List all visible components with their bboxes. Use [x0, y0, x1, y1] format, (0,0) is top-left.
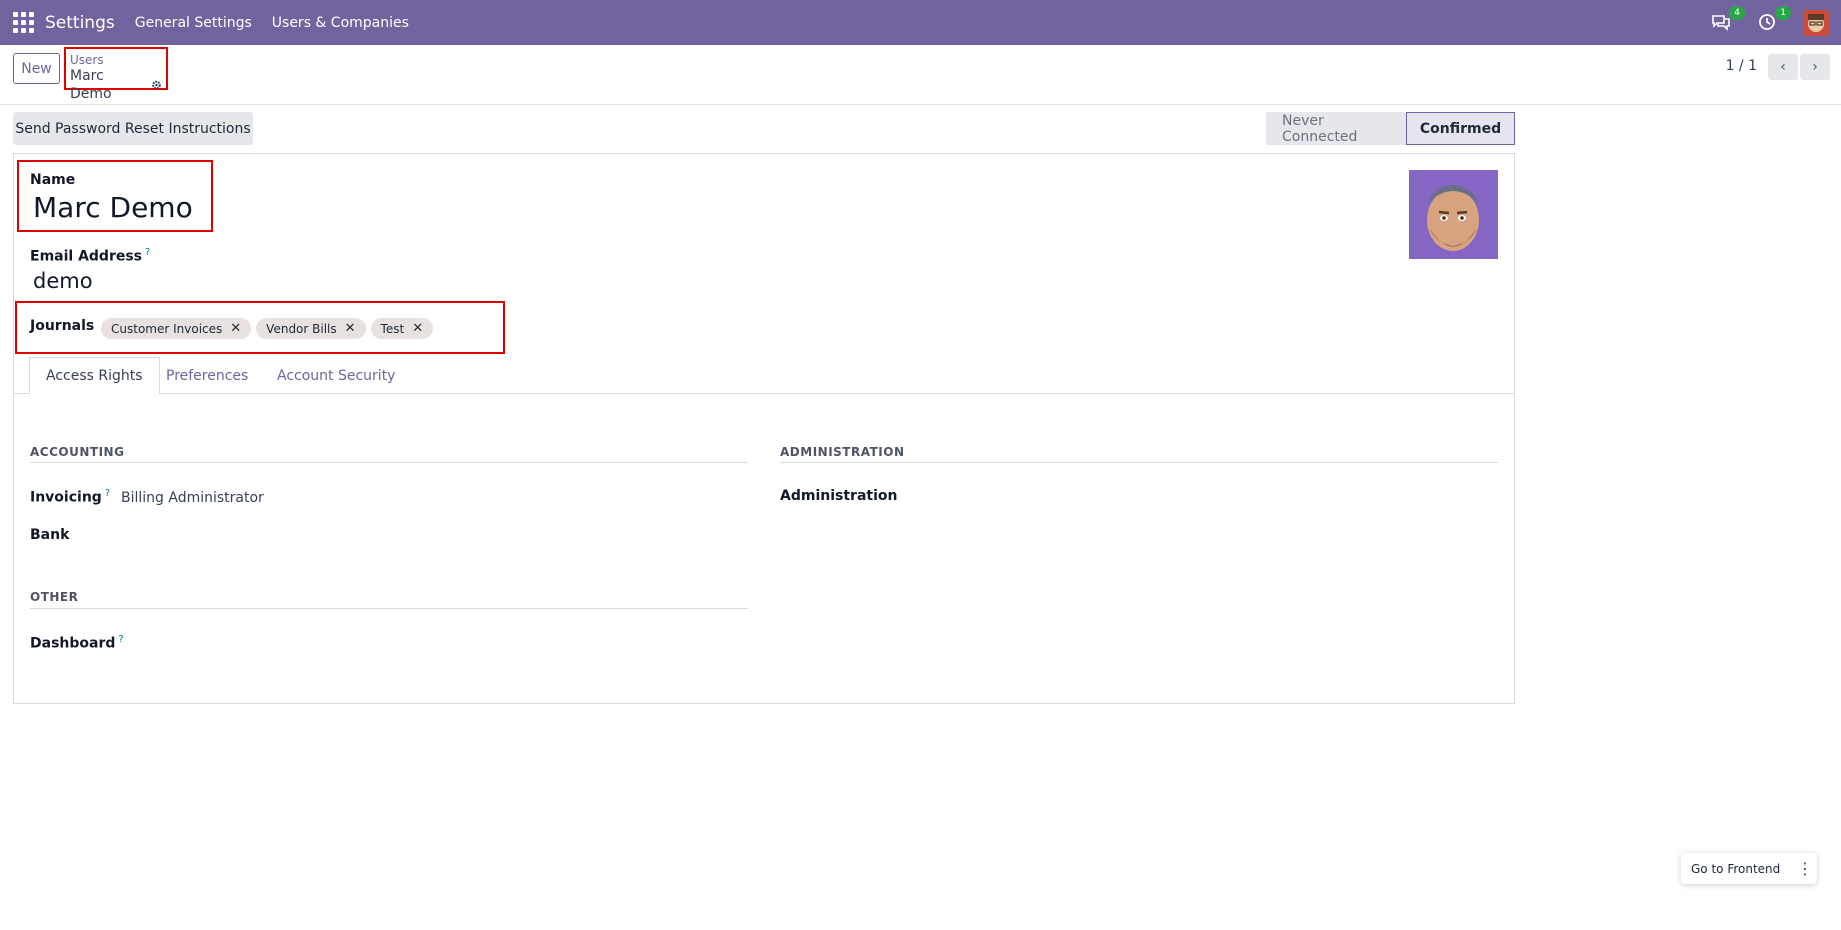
app-name[interactable]: Settings [45, 13, 115, 33]
tab-access-rights[interactable]: Access Rights [29, 357, 160, 395]
section-accounting-title: ACCOUNTING [30, 445, 125, 459]
activities-button[interactable]: 1 [1757, 5, 1791, 34]
dashboard-label-wrap: Dashboard? [30, 634, 124, 652]
bank-label: Bank [30, 527, 70, 543]
go-to-frontend-widget: Go to Frontend ⋮ [1681, 853, 1817, 884]
chevron-left-icon: ‹ [1780, 59, 1786, 75]
chevron-right-icon: › [1812, 59, 1818, 75]
top-navbar: Settings General Settings Users & Compan… [0, 0, 1841, 45]
pager-next-button[interactable]: › [1800, 54, 1830, 80]
journals-tags[interactable]: Customer Invoices ✕ Vendor Bills ✕ Test ✕ [101, 318, 434, 339]
apps-menu-icon[interactable] [13, 11, 35, 34]
user-avatar[interactable] [1803, 9, 1829, 36]
send-password-reset-button[interactable]: Send Password Reset Instructions [13, 112, 253, 145]
dashboard-help-icon[interactable]: ? [118, 634, 123, 645]
invoicing-label-wrap: Invoicing? [30, 488, 110, 506]
close-icon[interactable]: ✕ [230, 321, 241, 336]
journal-tag[interactable]: Customer Invoices ✕ [101, 318, 252, 339]
email-field[interactable]: demo [33, 269, 93, 293]
tab-account-security[interactable]: Account Security [261, 357, 411, 395]
invoicing-select[interactable]: Billing Administrator [121, 490, 264, 506]
breadcrumb: Users Marc Demo [64, 47, 168, 102]
section-divider [780, 462, 1498, 463]
breadcrumb-current-wrap: Marc Demo [70, 67, 162, 103]
clock-icon [1759, 13, 1775, 30]
status-never-connected[interactable]: Never Connected [1266, 112, 1406, 145]
journal-tag-label: Test [380, 321, 405, 336]
journal-tag-label: Vendor Bills [266, 321, 337, 336]
invoicing-help-icon[interactable]: ? [105, 488, 110, 499]
notebook-tabs: Access Rights Preferences Account Securi… [13, 357, 1515, 395]
name-label: Name [30, 172, 76, 188]
new-button[interactable]: New [13, 53, 60, 84]
menu-general-settings[interactable]: General Settings [135, 15, 252, 31]
journal-tag[interactable]: Test ✕ [370, 318, 434, 339]
messages-badge: 4 [1729, 5, 1745, 20]
status-bar: Never Connected Confirmed [1266, 112, 1515, 145]
pager-previous-button[interactable]: ‹ [1768, 54, 1798, 80]
form-sheet [13, 153, 1515, 704]
name-field[interactable]: Marc Demo [33, 191, 193, 224]
section-divider [30, 462, 748, 463]
messages-button[interactable]: 4 [1711, 5, 1745, 34]
invoicing-label: Invoicing [30, 489, 102, 506]
journal-tag[interactable]: Vendor Bills ✕ [256, 318, 366, 339]
dashboard-label: Dashboard [30, 635, 116, 652]
administration-label: Administration [780, 488, 898, 504]
gear-icon[interactable] [151, 79, 162, 91]
close-icon[interactable]: ✕ [345, 321, 356, 336]
section-divider [30, 608, 748, 609]
control-panel: New Users Marc Demo 1 / 1 ‹ › [0, 45, 1841, 105]
email-help-icon[interactable]: ? [145, 247, 150, 258]
status-confirmed[interactable]: Confirmed [1406, 112, 1515, 145]
close-icon[interactable]: ✕ [412, 321, 423, 336]
section-other-title: OTHER [30, 590, 79, 604]
email-label: Email Address [30, 248, 143, 265]
email-label-wrap: Email Address? [30, 247, 150, 265]
menu-users-companies[interactable]: Users & Companies [272, 15, 409, 31]
go-to-frontend-button[interactable]: Go to Frontend [1681, 862, 1793, 876]
activities-badge: 1 [1775, 5, 1791, 20]
more-vertical-icon[interactable]: ⋮ [1793, 859, 1817, 878]
pager-value[interactable]: 1 / 1 [1726, 58, 1757, 74]
journals-label: Journals [30, 318, 95, 334]
tab-preferences[interactable]: Preferences [150, 357, 264, 395]
breadcrumb-users[interactable]: Users [70, 53, 162, 67]
breadcrumb-current: Marc Demo [70, 68, 112, 102]
journal-tag-label: Customer Invoices [111, 321, 223, 336]
user-photo[interactable] [1409, 170, 1498, 259]
chat-icon [1712, 14, 1730, 31]
section-administration-title: ADMINISTRATION [780, 445, 905, 459]
